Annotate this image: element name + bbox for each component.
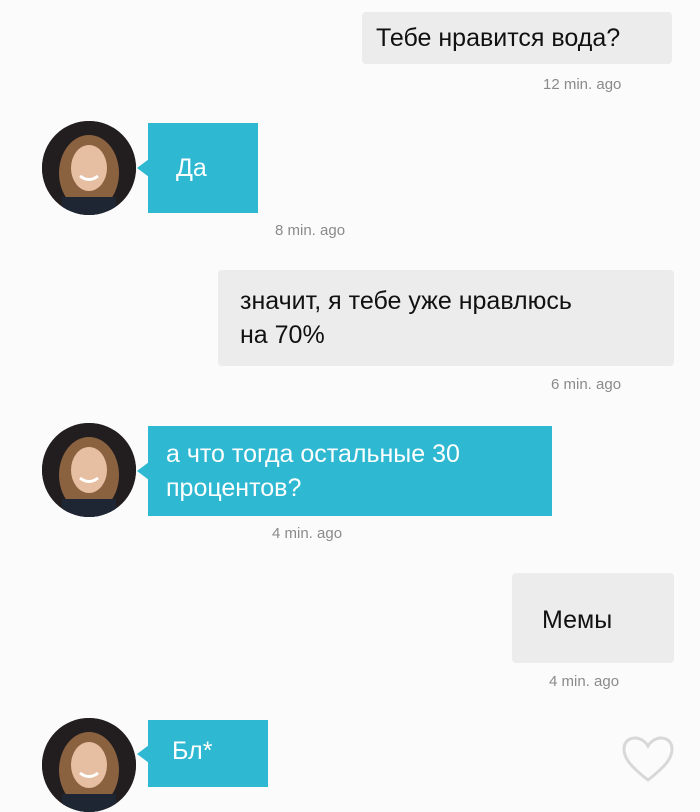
message-text: Тебе нравится вода? [376,24,621,52]
contact-avatar[interactable] [42,423,136,517]
message-timestamp: 4 min. ago [549,673,620,690]
message-text-line: на 70% [240,321,325,349]
sent-message-bubble[interactable]: Мемы [512,573,674,663]
received-message-bubble[interactable]: Бл* [137,720,268,787]
message-timestamp: 8 min. ago [275,222,346,239]
message-text: Бл* [172,737,213,765]
avatar-photo [42,121,136,215]
message-text: Да [176,154,207,182]
message-timestamp: 12 min. ago [543,76,622,93]
contact-avatar[interactable] [42,121,136,215]
message-timestamp: 6 min. ago [551,376,622,393]
contact-avatar[interactable] [42,718,136,812]
avatar-photo [42,718,136,812]
message-timestamp: 4 min. ago [272,525,343,542]
avatar-photo [42,423,136,517]
message-text-line: процентов? [166,474,302,502]
received-message-bubble[interactable]: Да [137,123,258,213]
received-message-bubble[interactable]: а что тогда остальные 30 процентов? [137,426,552,516]
chat-thread: Тебе нравится вода? 12 min. ago Да 8 min… [0,0,700,812]
sent-message-bubble[interactable]: Тебе нравится вода? [362,12,672,64]
message-text-line: значит, я тебе уже нравлюсь [240,287,572,315]
message-text: Мемы [542,606,613,634]
heart-outline-icon[interactable] [620,734,676,784]
sent-message-bubble[interactable]: значит, я тебе уже нравлюсь на 70% [218,270,674,366]
message-text-line: а что тогда остальные 30 [166,440,460,468]
